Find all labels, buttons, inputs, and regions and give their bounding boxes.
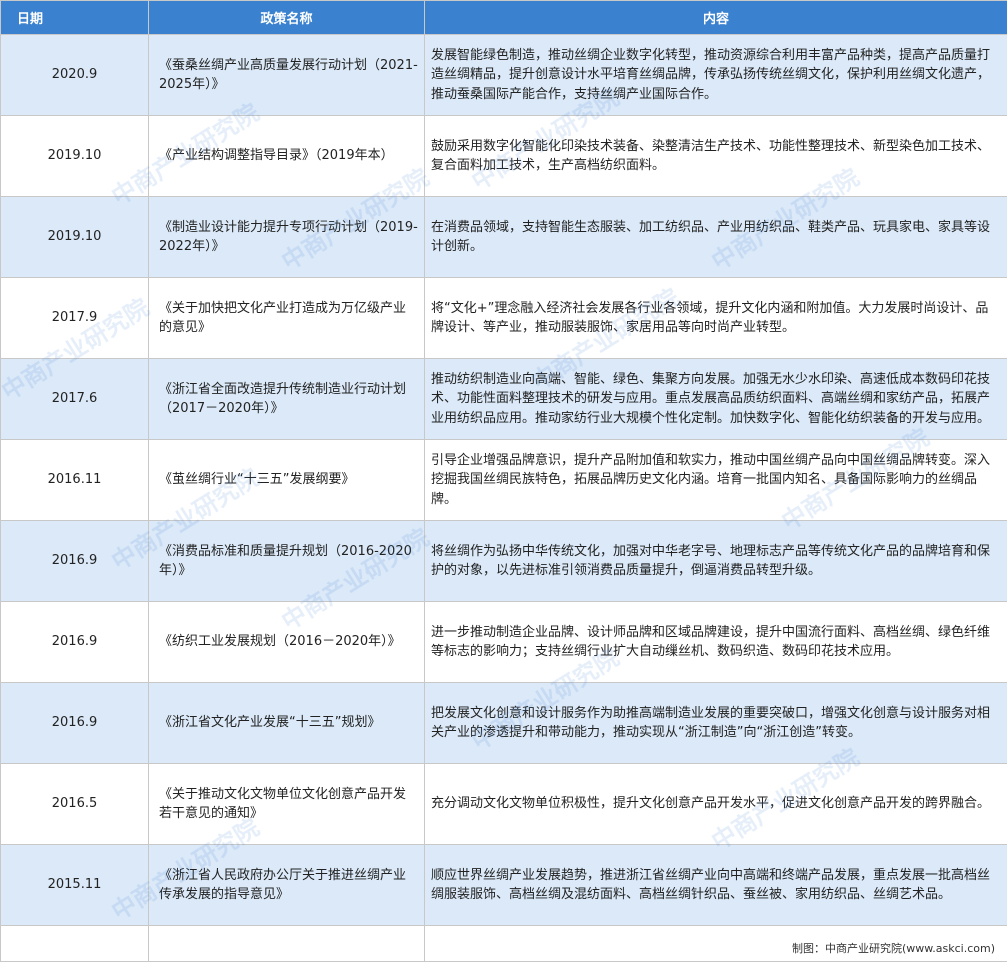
policy-name-cell: 《纺织工业发展规划（2016－2020年）》 bbox=[148, 601, 425, 683]
table-footer-row: 制图：中商产业研究院(www.askci.com) bbox=[0, 925, 1007, 962]
policy-name-cell: 《浙江省全面改造提升传统制造业行动计划（2017－2020年）》 bbox=[148, 358, 425, 440]
policy-name-cell: 《茧丝绸行业“十三五”发展纲要》 bbox=[148, 439, 425, 521]
content-cell: 发展智能绿色制造，推动丝绸企业数字化转型，推动资源综合利用丰富产品种类，提高产品… bbox=[424, 34, 1007, 116]
date-cell: 2016.9 bbox=[0, 520, 149, 602]
content-cell: 在消费品领域，支持智能生态服装、加工纺织品、产业用纺织品、鞋类产品、玩具家电、家… bbox=[424, 196, 1007, 278]
table-row: 2019.10 《产业结构调整指导目录》（2019年本） 鼓励采用数字化智能化印… bbox=[0, 115, 1007, 197]
table-row: 2016.9 《浙江省文化产业发展“十三五”规划》 把发展文化创意和设计服务作为… bbox=[0, 682, 1007, 764]
footer-empty-cell bbox=[0, 925, 149, 962]
policy-name-cell: 《浙江省文化产业发展“十三五”规划》 bbox=[148, 682, 425, 764]
policy-name-cell: 《关于推动文化文物单位文化创意产品开发若干意见的通知》 bbox=[148, 763, 425, 845]
content-cell: 进一步推动制造企业品牌、设计师品牌和区域品牌建设，提升中国流行面料、高档丝绸、绿… bbox=[424, 601, 1007, 683]
content-cell: 推动纺织制造业向高端、智能、绿色、集聚方向发展。加强无水少水印染、高速低成本数码… bbox=[424, 358, 1007, 440]
policy-table: 日期 政策名称 内容 2020.9 《蚕桑丝绸产业高质量发展行动计划（2021-… bbox=[0, 0, 1007, 962]
table-row: 2019.10 《制造业设计能力提升专项行动计划（2019-2022年）》 在消… bbox=[0, 196, 1007, 278]
date-cell: 2016.5 bbox=[0, 763, 149, 845]
content-cell: 鼓励采用数字化智能化印染技术装备、染整清洁生产技术、功能性整理技术、新型染色加工… bbox=[424, 115, 1007, 197]
table-row: 2015.11 《浙江省人民政府办公厅关于推进丝绸产业传承发展的指导意见》 顺应… bbox=[0, 844, 1007, 926]
content-cell: 充分调动文化文物单位积极性，提升文化创意产品开发水平，促进文化创意产品开发的跨界… bbox=[424, 763, 1007, 845]
table-header-row: 日期 政策名称 内容 bbox=[0, 0, 1007, 35]
table-row: 2016.9 《纺织工业发展规划（2016－2020年）》 进一步推动制造企业品… bbox=[0, 601, 1007, 683]
date-cell: 2017.9 bbox=[0, 277, 149, 359]
policy-name-cell: 《浙江省人民政府办公厅关于推进丝绸产业传承发展的指导意见》 bbox=[148, 844, 425, 926]
policy-name-cell: 《制造业设计能力提升专项行动计划（2019-2022年）》 bbox=[148, 196, 425, 278]
date-cell: 2017.6 bbox=[0, 358, 149, 440]
date-cell: 2016.9 bbox=[0, 601, 149, 683]
table-row: 2020.9 《蚕桑丝绸产业高质量发展行动计划（2021-2025年）》 发展智… bbox=[0, 34, 1007, 116]
date-cell: 2020.9 bbox=[0, 34, 149, 116]
date-cell: 2016.11 bbox=[0, 439, 149, 521]
policy-name-cell: 《产业结构调整指导目录》（2019年本） bbox=[148, 115, 425, 197]
footer-empty-cell bbox=[148, 925, 425, 962]
column-header-content: 内容 bbox=[424, 0, 1007, 35]
date-cell: 2019.10 bbox=[0, 196, 149, 278]
content-cell: 引导企业增强品牌意识，提升产品附加值和软实力，推动中国丝绸产品向中国丝绸品牌转变… bbox=[424, 439, 1007, 521]
date-cell: 2019.10 bbox=[0, 115, 149, 197]
policy-name-cell: 《消费品标准和质量提升规划（2016-2020年）》 bbox=[148, 520, 425, 602]
column-header-date: 日期 bbox=[0, 0, 149, 35]
column-header-policy-name: 政策名称 bbox=[148, 0, 425, 35]
table-row: 2016.9 《消费品标准和质量提升规划（2016-2020年）》 将丝绸作为弘… bbox=[0, 520, 1007, 602]
content-cell: 将丝绸作为弘扬中华传统文化，加强对中华老字号、地理标志产品等传统文化产品的品牌培… bbox=[424, 520, 1007, 602]
source-credit: 制图：中商产业研究院(www.askci.com) bbox=[424, 925, 1007, 962]
date-cell: 2016.9 bbox=[0, 682, 149, 764]
table-row: 2016.11 《茧丝绸行业“十三五”发展纲要》 引导企业增强品牌意识，提升产品… bbox=[0, 439, 1007, 521]
table-row: 2017.9 《关于加快把文化产业打造成为万亿级产业的意见》 将“文化+”理念融… bbox=[0, 277, 1007, 359]
content-cell: 顺应世界丝绸产业发展趋势，推进浙江省丝绸产业向中高端和终端产品发展，重点发展一批… bbox=[424, 844, 1007, 926]
table-row: 2016.5 《关于推动文化文物单位文化创意产品开发若干意见的通知》 充分调动文… bbox=[0, 763, 1007, 845]
content-cell: 将“文化+”理念融入经济社会发展各行业各领域，提升文化内涵和附加值。大力发展时尚… bbox=[424, 277, 1007, 359]
content-cell: 把发展文化创意和设计服务作为助推高端制造业发展的重要突破口，增强文化创意与设计服… bbox=[424, 682, 1007, 764]
table-row: 2017.6 《浙江省全面改造提升传统制造业行动计划（2017－2020年）》 … bbox=[0, 358, 1007, 440]
date-cell: 2015.11 bbox=[0, 844, 149, 926]
policy-name-cell: 《蚕桑丝绸产业高质量发展行动计划（2021-2025年）》 bbox=[148, 34, 425, 116]
policy-name-cell: 《关于加快把文化产业打造成为万亿级产业的意见》 bbox=[148, 277, 425, 359]
